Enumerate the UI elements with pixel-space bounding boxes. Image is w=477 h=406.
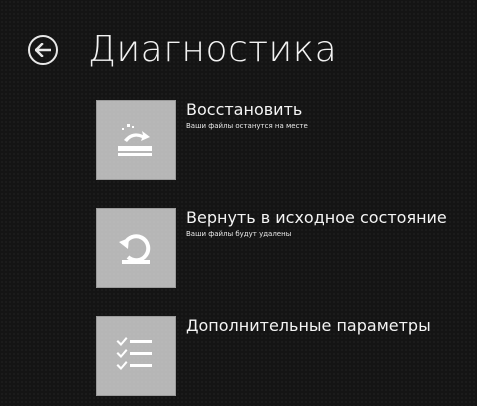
option-title: Восстановить	[186, 100, 303, 119]
option-advanced-text: Дополнительные параметры	[186, 316, 456, 337]
back-arrow-circle-icon	[35, 43, 51, 57]
option-title: Вернуть в исходное состояние	[186, 208, 447, 227]
header: Диагностика	[28, 22, 337, 78]
option-description: Ваши файлы будут удалены	[186, 230, 292, 238]
option-refresh-text: Восстановить Ваши файлы останутся на мес…	[186, 100, 456, 131]
option-advanced[interactable]: Дополнительные параметры	[96, 316, 456, 406]
option-reset[interactable]: Вернуть в исходное состояние Ваши файлы …	[96, 208, 456, 316]
troubleshoot-screen: Диагностика Восстановить Ваши файлы оста…	[0, 0, 477, 406]
options-list: Восстановить Ваши файлы останутся на мес…	[96, 100, 456, 406]
option-title: Дополнительные параметры	[186, 316, 431, 335]
page-title: Диагностика	[88, 29, 338, 70]
option-advanced-tile[interactable]	[96, 316, 176, 396]
checklist-icon	[116, 337, 152, 370]
option-description: Ваши файлы останутся на месте	[186, 122, 308, 130]
reset-icon	[119, 234, 151, 264]
option-reset-text: Вернуть в исходное состояние Ваши файлы …	[186, 208, 456, 239]
option-reset-tile[interactable]	[96, 208, 176, 288]
option-refresh-tile[interactable]	[96, 100, 176, 180]
back-button[interactable]	[28, 35, 58, 65]
refresh-icon	[118, 124, 152, 156]
option-refresh[interactable]: Восстановить Ваши файлы останутся на мес…	[96, 100, 456, 208]
